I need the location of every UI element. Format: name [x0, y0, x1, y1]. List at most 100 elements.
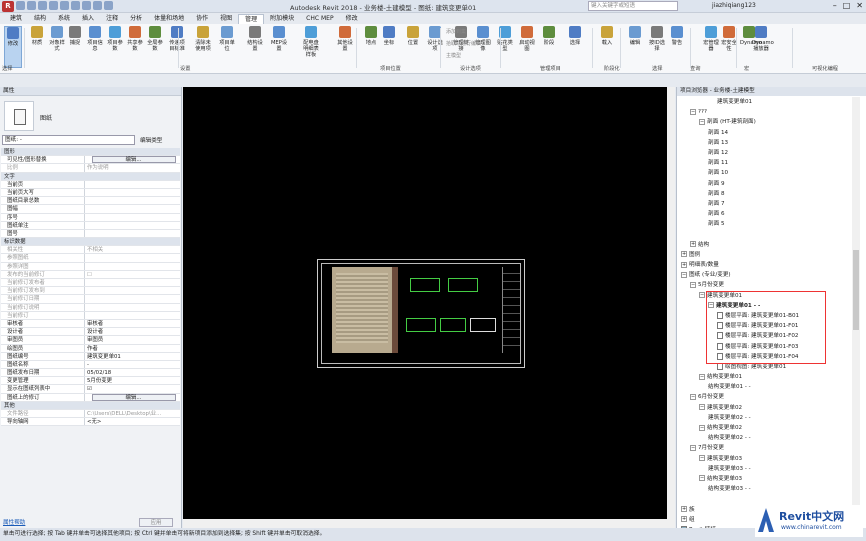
collapse-icon[interactable]: − — [699, 455, 705, 462]
ribbon-button-24[interactable]: 选择 — [566, 26, 584, 46]
property-row[interactable]: 绘图员 作者 — [1, 344, 180, 353]
tab-10[interactable]: 附加模块 — [264, 14, 300, 24]
collapse-icon[interactable]: − — [690, 108, 696, 115]
ribbon-button-27[interactable]: 按ID选择 — [648, 26, 666, 52]
property-row[interactable]: 相关性 不相关 — [1, 246, 180, 255]
property-value[interactable]: <无> — [85, 418, 180, 425]
property-value[interactable]: - — [85, 361, 180, 368]
property-value[interactable]: 05/02/18 — [85, 369, 180, 376]
ribbon-button-25[interactable]: 载入 — [598, 26, 616, 46]
close-icon[interactable]: ✕ — [856, 1, 863, 10]
property-row[interactable]: 序号 — [1, 213, 180, 222]
ribbon-button-18[interactable]: 设计选项 — [426, 26, 444, 52]
browser-item[interactable]: 剖面 9 — [677, 179, 859, 189]
property-row[interactable]: 图纸目录总数 — [1, 197, 180, 206]
maximize-icon[interactable]: □ — [843, 1, 851, 10]
browser-item[interactable]: − 结构变更单03 — [677, 474, 859, 484]
property-row[interactable]: 图纸上的修订 编辑... — [1, 393, 180, 402]
ribbon-panel-8[interactable]: 宏 — [744, 65, 749, 72]
expand-icon[interactable]: + — [681, 261, 687, 268]
property-row[interactable]: 文件路径 C:\Users\DELL\Desktop\业... — [1, 410, 180, 419]
revit-logo-icon[interactable]: R — [2, 1, 14, 12]
3d-view-icon[interactable] — [93, 1, 102, 10]
edit-button[interactable]: 编辑... — [91, 393, 176, 401]
property-value[interactable]: 设计者 — [85, 328, 180, 335]
property-group[interactable]: 文字 — [1, 172, 180, 181]
tab-9[interactable]: 管理 — [238, 14, 265, 24]
tab-12[interactable]: 修改 — [340, 14, 364, 24]
browser-item[interactable]: 剖面 14 — [677, 128, 859, 138]
ribbon-button-16[interactable]: 坐标 — [380, 26, 398, 46]
ribbon-button-5[interactable]: 项目参数 — [106, 26, 124, 52]
scanned-drawing-image[interactable] — [332, 267, 392, 353]
property-value[interactable] — [85, 205, 180, 212]
edit-type-button[interactable]: 编辑类型 — [140, 136, 162, 144]
expand-icon[interactable]: + — [681, 251, 687, 258]
open-icon[interactable] — [16, 1, 25, 10]
collapse-icon[interactable]: − — [690, 281, 696, 288]
property-row[interactable]: 当前修订说明 — [1, 303, 180, 312]
property-row[interactable]: 设计者 设计者 — [1, 328, 180, 337]
property-edit-button[interactable]: 编辑... — [85, 393, 180, 401]
ribbon-button-17[interactable]: 位置 — [404, 26, 422, 46]
design-option-control-1[interactable]: 拾取以进行编辑 — [446, 40, 481, 47]
property-value[interactable] — [85, 197, 180, 204]
browser-item[interactable]: − 图纸 (专业/变更) — [677, 270, 859, 280]
user-name[interactable]: jiazhiqiang123 — [712, 2, 756, 9]
collapse-icon[interactable]: − — [699, 373, 705, 380]
floor-plan-viewport[interactable] — [410, 278, 440, 292]
property-row[interactable]: 当前修订发布到 — [1, 287, 180, 296]
browser-item[interactable]: −6月份变更 — [677, 392, 859, 402]
floor-plan-viewport[interactable] — [448, 278, 478, 292]
property-value[interactable] — [85, 287, 180, 294]
tab-7[interactable]: 协作 — [190, 14, 214, 24]
property-row[interactable]: 比例 作为说明 — [1, 164, 180, 173]
property-value[interactable] — [85, 304, 180, 311]
measure-icon[interactable] — [71, 1, 80, 10]
ribbon-button-21[interactable]: 贴花类型 — [496, 26, 514, 52]
ribbon-button-3[interactable]: 捕捉 — [66, 26, 84, 46]
undo-icon[interactable] — [38, 1, 47, 10]
property-row[interactable]: 当前修订 — [1, 311, 180, 320]
collapse-icon[interactable]: − — [699, 404, 705, 411]
property-value[interactable]: ☑ — [85, 385, 180, 392]
sheet-view-canvas[interactable] — [183, 87, 841, 519]
property-row[interactable]: 审图员 审图员 — [1, 336, 180, 345]
ribbon-button-14[interactable]: 其他设置 — [336, 26, 354, 52]
property-row[interactable]: 图纸发布日期 05/02/18 — [1, 369, 180, 378]
sheet-border[interactable] — [317, 259, 525, 368]
browser-item[interactable]: 建筑变更单02 - - — [677, 413, 859, 423]
ribbon-panel-5[interactable]: 阶段化 — [604, 65, 620, 72]
browser-item[interactable]: 建筑变更单01 — [677, 97, 859, 107]
property-value[interactable]: 作为说明 — [85, 164, 180, 171]
ribbon-panel-2[interactable]: 项目位置 — [380, 65, 401, 72]
ribbon-panel-3[interactable]: 设计选项 — [460, 65, 481, 72]
floor-plan-viewport[interactable] — [406, 318, 436, 332]
property-value[interactable] — [85, 279, 180, 286]
expand-icon[interactable]: + — [681, 516, 687, 523]
ribbon-button-23[interactable]: 阶段 — [540, 26, 558, 46]
browser-item[interactable]: + 图例 — [677, 250, 859, 260]
ribbon-button-2[interactable]: 对象样式 — [48, 26, 66, 52]
browser-item[interactable]: 剖面 10 — [677, 168, 859, 178]
property-group[interactable]: 标识数据 — [1, 238, 180, 247]
browser-item[interactable]: 结构变更单03 - - — [677, 484, 859, 494]
property-value[interactable]: C:\Users\DELL\Desktop\业... — [85, 410, 180, 417]
save-icon[interactable] — [27, 1, 36, 10]
property-row[interactable]: 发布的当前修订 ☐ — [1, 270, 180, 279]
ribbon-panel-1[interactable]: 设置 — [180, 65, 190, 72]
property-value[interactable] — [85, 222, 180, 229]
tab-0[interactable]: 建筑 — [4, 14, 28, 24]
property-value[interactable]: 审核者 — [85, 320, 180, 327]
title-block[interactable] — [502, 267, 520, 353]
property-row[interactable]: 参照图纸 — [1, 254, 180, 263]
ribbon-button-7[interactable]: 全局参数 — [146, 26, 164, 52]
tab-1[interactable]: 结构 — [28, 14, 52, 24]
view-vertical-scrollbar[interactable] — [667, 87, 675, 519]
tab-3[interactable]: 插入 — [76, 14, 100, 24]
redo-icon[interactable] — [49, 1, 58, 10]
browser-item[interactable]: 结构变更单01 - - — [677, 382, 859, 392]
property-group[interactable]: 其他 — [1, 401, 180, 410]
browser-item[interactable]: − 建筑变更单02 — [677, 403, 859, 413]
ribbon-button-32[interactable]: Dynamo播放器 — [752, 26, 774, 52]
